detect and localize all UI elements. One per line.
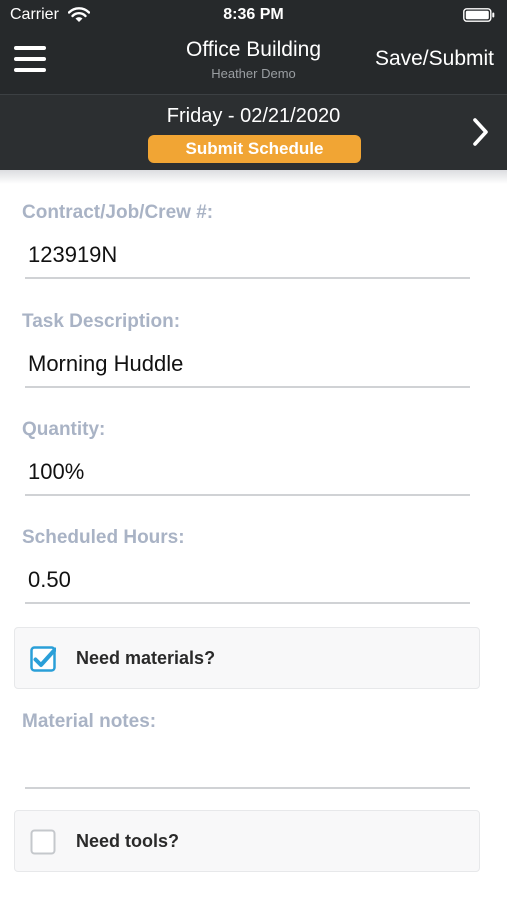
- header-shadow: [0, 170, 507, 184]
- scheduled-hours-input[interactable]: [25, 558, 470, 604]
- need-tools-checkbox[interactable]: Need tools?: [14, 810, 480, 872]
- schedule-date: Friday - 02/21/2020: [166, 105, 341, 127]
- material-notes-input[interactable]: [25, 743, 470, 789]
- scheduled-hours-label: Scheduled Hours:: [22, 527, 185, 548]
- material-notes-label: Material notes:: [22, 711, 157, 732]
- checkbox-checked-icon: [30, 646, 56, 672]
- need-materials-label: Need materials?: [76, 648, 216, 668]
- task-description-label: Task Description:: [22, 311, 181, 332]
- task-description-input[interactable]: [25, 342, 470, 388]
- need-materials-checkbox[interactable]: Need materials?: [14, 627, 480, 689]
- status-bar: Carrier 8:36 PM: [0, 0, 507, 30]
- save-submit-button[interactable]: Save/Submit: [375, 47, 494, 71]
- contract-label: Contract/Job/Crew #:: [22, 202, 214, 223]
- need-tools-label: Need tools?: [76, 831, 180, 851]
- battery-icon: [463, 8, 495, 22]
- checkbox-unchecked-icon: [30, 829, 56, 855]
- submit-schedule-button[interactable]: Submit Schedule: [148, 135, 361, 163]
- date-bar: Friday - 02/21/2020 Submit Schedule: [0, 94, 507, 170]
- nav-bar: Office Building Heather Demo Save/Submit: [0, 30, 507, 94]
- quantity-input[interactable]: [25, 450, 470, 496]
- status-time: 8:36 PM: [223, 6, 284, 23]
- contract-input[interactable]: [25, 233, 470, 279]
- chevron-right-icon[interactable]: [469, 115, 493, 149]
- quantity-label: Quantity:: [22, 419, 106, 440]
